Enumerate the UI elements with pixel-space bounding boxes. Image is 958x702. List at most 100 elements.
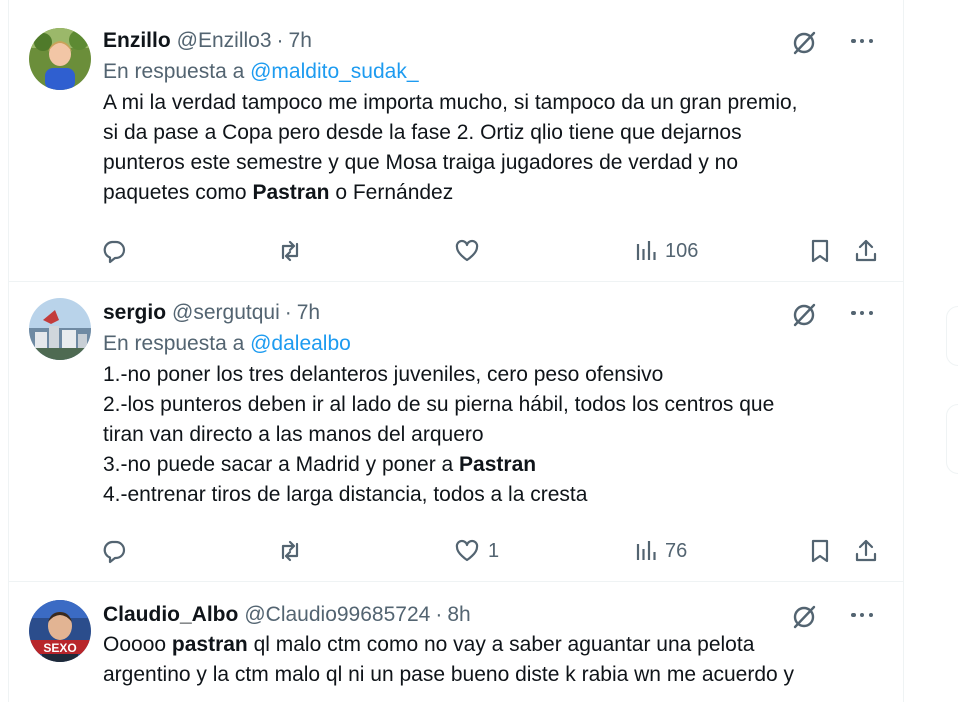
text-segment: 4.-entrenar tiros de larga distancia, to… <box>103 483 588 506</box>
tweet-text-line: si da pase a Copa pero desde la fase 2. … <box>103 118 883 148</box>
highlighted-keyword: pastran <box>171 633 248 656</box>
retweet-button[interactable] <box>277 534 311 568</box>
tweet-text-line: paquetes como Pastran o Fernández <box>103 178 883 208</box>
heart-icon <box>455 239 479 262</box>
more-dots-icon[interactable] <box>847 602 877 628</box>
text-segment: A mi la verdad tampoco me importa mucho,… <box>103 91 798 114</box>
text-segment: si da pase a Copa pero desde la fase 2. … <box>103 121 742 144</box>
text-segment: ql malo ctm como no vay a saber aguantar… <box>247 633 755 656</box>
reply-mention-link[interactable]: @maldito_sudak_ <box>250 60 418 83</box>
reply-prefix: En respuesta a <box>103 60 245 83</box>
reply-button[interactable] <box>101 234 135 268</box>
bookmark-button[interactable] <box>807 234 833 268</box>
views-button[interactable]: 76 <box>633 534 687 568</box>
avatar[interactable]: SEXO <box>29 600 91 662</box>
separator: · <box>435 603 443 626</box>
tweet-text-line: A mi la verdad tampoco me importa mucho,… <box>103 88 883 118</box>
grok-icon[interactable] <box>791 302 817 328</box>
avatar[interactable] <box>29 28 91 90</box>
reply-prefix: En respuesta a <box>103 332 245 355</box>
share-button[interactable] <box>853 234 879 268</box>
tweet-text-line: 3.-no puede sacar a Madrid y poner a Pas… <box>103 450 883 480</box>
tweet-text-line: argentino y la ctm malo ql ni un pase bu… <box>103 660 883 690</box>
text-segment: paquetes como <box>103 181 253 204</box>
user-handle[interactable]: @Enzillo3 <box>177 29 272 53</box>
like-count: 1 <box>488 539 500 562</box>
text-segment: Ooooo <box>103 633 172 656</box>
tweet-text-line: tiran van directo a las manos del arquer… <box>103 420 883 450</box>
tweet-body: sergio @sergutqui · 7h En respuesta a @d… <box>103 298 883 578</box>
more-dots-icon[interactable] <box>847 28 877 54</box>
reply-icon <box>103 240 126 264</box>
tweet[interactable]: sergio @sergutqui · 7h En respuesta a @d… <box>9 282 903 582</box>
tweet-header: Enzillo @Enzillo3 · 7h <box>103 26 883 56</box>
text-segment: o Fernández <box>329 181 454 204</box>
tweet-text-line: 2.-los punteros deben ir al lado de su p… <box>103 390 883 420</box>
grok-icon[interactable] <box>791 604 817 630</box>
timestamp[interactable]: 7h <box>289 29 312 53</box>
reply-context: En respuesta a @maldito_sudak_ <box>103 56 883 88</box>
user-handle[interactable]: @sergutqui <box>172 301 280 325</box>
bookmark-icon <box>811 239 829 263</box>
tweet[interactable]: Enzillo @Enzillo3 · 7h En respuesta a @m… <box>9 10 903 282</box>
retweet-icon <box>281 540 299 562</box>
retweet-button[interactable] <box>277 234 311 268</box>
grok-icon[interactable] <box>791 30 817 56</box>
separator: · <box>284 301 292 324</box>
reply-context: En respuesta a @dalealbo <box>103 328 883 360</box>
display-name[interactable]: sergio <box>103 301 166 325</box>
reply-icon <box>103 540 126 564</box>
timestamp[interactable]: 8h <box>447 603 470 627</box>
like-button[interactable] <box>454 234 488 268</box>
avatar[interactable] <box>29 298 91 360</box>
tweet-header: Claudio_Albo @Claudio99685724 · 8h <box>103 600 883 630</box>
tweet-text-line: 1.-no poner los tres delanteros juvenile… <box>103 360 883 390</box>
tweet-body: Enzillo @Enzillo3 · 7h En respuesta a @m… <box>103 26 883 276</box>
text-segment: 1.-no poner los tres delanteros juvenile… <box>103 363 664 386</box>
text-segment: punteros este semestre y que Mosa traiga… <box>103 151 739 174</box>
text-segment: tiran van directo a las manos del arquer… <box>103 423 484 446</box>
sidebar-card-edge <box>946 404 958 474</box>
text-segment: 2.-los punteros deben ir al lado de su p… <box>103 393 775 416</box>
more-dots-icon[interactable] <box>847 300 877 326</box>
display-name[interactable]: Enzillo <box>103 29 171 53</box>
tweet-header: sergio @sergutqui · 7h <box>103 298 883 328</box>
retweet-icon <box>281 240 299 262</box>
views-chart-icon <box>636 241 656 260</box>
tweet-text: 1.-no poner los tres delanteros juvenile… <box>103 360 883 510</box>
reply-button[interactable] <box>101 534 135 568</box>
tweet-text: A mi la verdad tampoco me importa mucho,… <box>103 88 883 208</box>
tweet-text-line: punteros este semestre y que Mosa traiga… <box>103 148 883 178</box>
tweet-text: Ooooo pastran ql malo ctm como no vay a … <box>103 630 883 690</box>
bookmark-button[interactable] <box>807 534 833 568</box>
text-segment: 3.-no puede sacar a Madrid y poner a <box>103 453 460 476</box>
share-button[interactable] <box>853 534 879 568</box>
action-bar: 1 76 <box>103 534 883 568</box>
share-icon <box>855 239 877 262</box>
reply-mention-link[interactable]: @dalealbo <box>250 332 351 355</box>
tweet-text-line: 4.-entrenar tiros de larga distancia, to… <box>103 480 883 510</box>
tweet-text-line: Ooooo pastran ql malo ctm como no vay a … <box>103 630 883 660</box>
action-bar: 106 <box>103 234 883 268</box>
right-sidebar-edge <box>946 0 958 702</box>
views-button[interactable]: 106 <box>633 234 698 268</box>
text-segment: argentino y la ctm malo ql ni un pase bu… <box>103 663 795 686</box>
views-chart-icon <box>636 541 656 560</box>
user-handle[interactable]: @Claudio99685724 <box>244 603 430 627</box>
heart-icon <box>455 539 479 562</box>
tweet[interactable]: SEXO Claudio_Albo @Claudio99685724 · 8h … <box>9 582 903 702</box>
highlighted-keyword: Pastran <box>459 453 537 476</box>
view-count: 76 <box>665 539 688 562</box>
display-name[interactable]: Claudio_Albo <box>103 603 238 627</box>
tweet-body: Claudio_Albo @Claudio99685724 · 8h Ooooo… <box>103 600 883 702</box>
bookmark-icon <box>811 539 829 563</box>
view-count: 106 <box>665 239 699 262</box>
like-button[interactable]: 1 <box>454 534 499 568</box>
share-icon <box>855 539 877 562</box>
timeline: Enzillo @Enzillo3 · 7h En respuesta a @m… <box>8 0 904 702</box>
timestamp[interactable]: 7h <box>297 301 320 325</box>
separator: · <box>276 29 284 52</box>
highlighted-keyword: Pastran <box>252 181 330 204</box>
avatar-caption: SEXO <box>43 641 76 655</box>
sidebar-card-edge <box>946 306 958 366</box>
